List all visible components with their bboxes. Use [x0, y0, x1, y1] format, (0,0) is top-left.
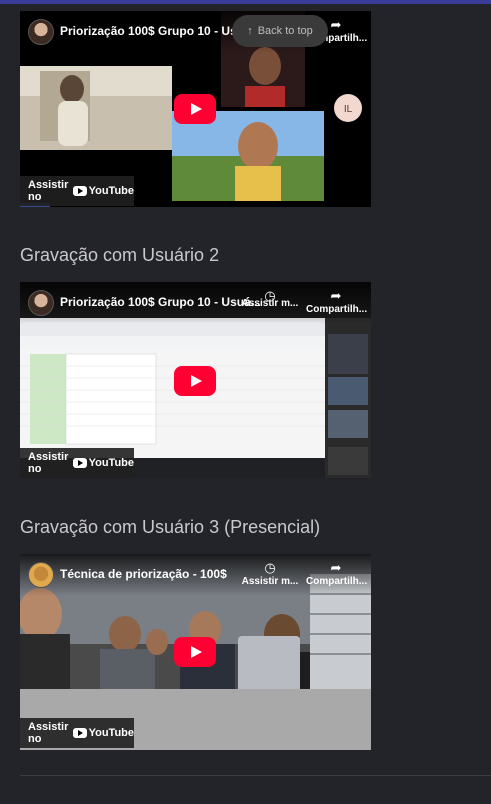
watch-on-label: Assistir no: [28, 721, 69, 745]
watch-later-label: Assistir m...: [241, 298, 299, 309]
share-icon: ➦: [330, 560, 342, 575]
channel-avatar[interactable]: [28, 290, 54, 316]
watch-later-label: Assistir m...: [241, 576, 299, 587]
watch-on-label: Assistir no: [28, 179, 69, 203]
youtube-logo-text: YouTube: [88, 727, 134, 739]
watch-later-label-video-2[interactable]: Assistir m...: [240, 298, 300, 309]
watch-on-youtube-button[interactable]: Assistir no YouTube: [20, 176, 134, 206]
video-title[interactable]: Priorização 100$ Grupo 10 - Usuá...: [60, 24, 260, 38]
section-divider: [20, 775, 491, 776]
video-title[interactable]: Técnica de priorização - 100$: [60, 567, 227, 581]
watch-on-label: Assistir no: [28, 451, 69, 475]
video-embed-2[interactable]: Priorização 100$ Grupo 10 - Usuá... ◷ ➦ …: [20, 282, 371, 478]
back-to-top-button[interactable]: ↑ Back to top: [232, 15, 328, 47]
youtube-logo-text: YouTube: [88, 457, 134, 469]
watch-on-youtube-button[interactable]: Assistir no YouTube: [20, 448, 134, 478]
back-to-top-label: Back to top: [257, 25, 313, 37]
youtube-play-icon: [72, 728, 87, 738]
participant-initials: IL: [344, 104, 353, 115]
watch-later-button[interactable]: ◷ Assistir m...: [240, 560, 300, 587]
youtube-play-icon: [72, 186, 87, 196]
play-button[interactable]: [174, 94, 216, 124]
channel-avatar[interactable]: [28, 562, 54, 588]
youtube-play-icon: [72, 458, 87, 468]
top-accent-bar: [0, 0, 491, 4]
share-label: Compartilh...: [306, 576, 368, 587]
video-title[interactable]: Priorização 100$ Grupo 10 - Usuá...: [60, 295, 260, 309]
play-button[interactable]: [174, 366, 216, 396]
share-button[interactable]: ➦ Compartilh...: [306, 288, 368, 315]
video-embed-3[interactable]: Técnica de priorização - 100$ ◷ Assistir…: [20, 554, 371, 750]
section-heading-user-2: Gravação com Usuário 2: [20, 245, 220, 265]
youtube-logo-text: YouTube: [88, 185, 134, 197]
play-button[interactable]: [174, 637, 216, 667]
watch-on-youtube-button[interactable]: Assistir no YouTube: [20, 718, 134, 748]
share-icon: ➦: [330, 288, 342, 303]
share-button[interactable]: ➦ Compartilh...: [306, 560, 368, 587]
clock-icon: ◷: [264, 560, 276, 575]
channel-avatar[interactable]: [28, 19, 54, 45]
section-heading-user-3: Gravação com Usuário 3 (Presencial): [20, 517, 321, 537]
youtube-logo: YouTube: [72, 727, 134, 739]
share-label: Compartilh...: [306, 304, 368, 315]
arrow-up-icon: ↑: [247, 25, 253, 37]
youtube-logo: YouTube: [72, 457, 134, 469]
youtube-logo: YouTube: [72, 185, 134, 197]
